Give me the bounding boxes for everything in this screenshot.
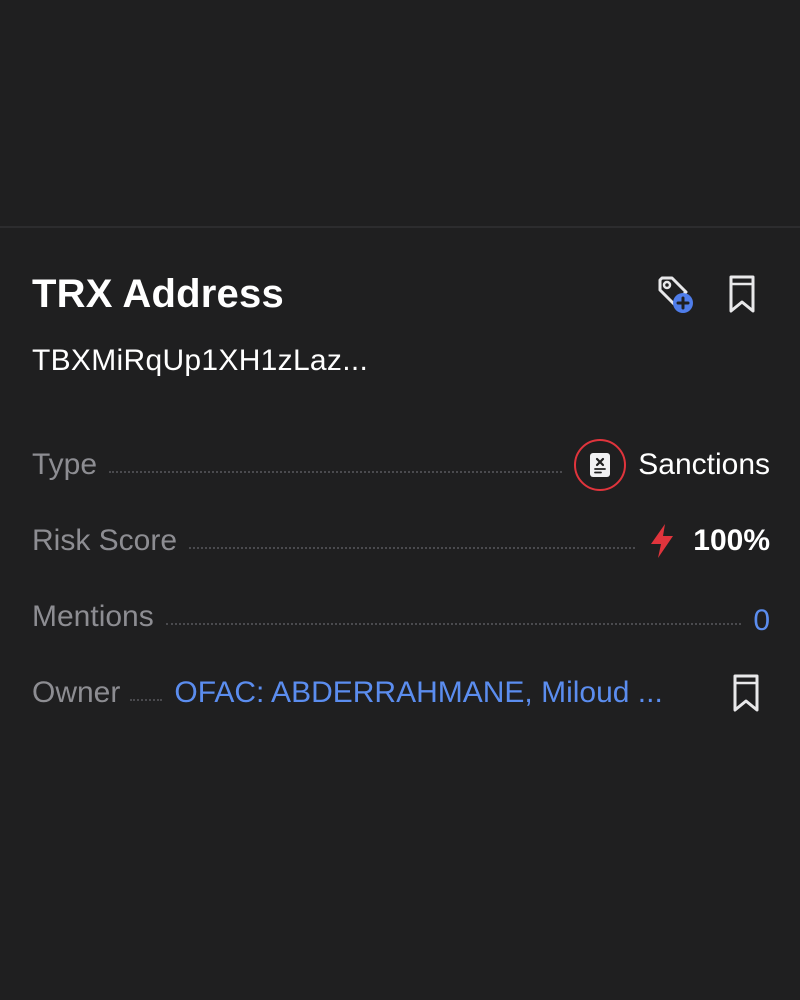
mentions-row: Mentions 0 xyxy=(32,592,770,642)
risk-score-row: Risk Score 100% xyxy=(32,516,770,566)
risk-bolt xyxy=(647,523,677,559)
sanctions-badge xyxy=(574,439,627,491)
type-label: Type xyxy=(32,448,98,481)
address-details-panel: TRX Address TBXMiRqUp1XH1zLaz... Type Sa… xyxy=(0,228,800,1000)
owner-link[interactable]: OFAC: ABDERRAHMANE, Miloud ... xyxy=(174,676,662,710)
dotted-leader xyxy=(189,547,636,549)
mentions-count-link[interactable]: 0 xyxy=(753,604,770,638)
mentions-label: Mentions xyxy=(32,600,154,633)
address-value[interactable]: TBXMiRqUp1XH1zLaz... xyxy=(32,344,368,378)
page-title: TRX Address xyxy=(32,272,284,316)
bookmark-icon xyxy=(733,674,759,712)
top-empty-area xyxy=(0,0,800,226)
type-value: Sanctions xyxy=(638,448,770,481)
dotted-leader xyxy=(109,471,563,473)
type-value-group: Sanctions xyxy=(574,439,770,491)
tag-add-icon xyxy=(658,276,693,313)
risk-score-label: Risk Score xyxy=(32,524,178,557)
type-row: Type Sanctions xyxy=(32,439,770,491)
dotted-leader xyxy=(130,699,163,701)
owner-row: Owner OFAC: ABDERRAHMANE, Miloud ... xyxy=(32,668,770,718)
owner-bookmark-button[interactable] xyxy=(722,669,770,717)
bookmark-button[interactable] xyxy=(718,270,766,318)
add-tag-button[interactable] xyxy=(652,270,700,318)
lightning-bolt-icon xyxy=(651,524,674,558)
risk-score-value: 100% xyxy=(693,524,770,557)
risk-score-value-group: 100% xyxy=(647,523,770,559)
sanctions-document-icon xyxy=(590,453,611,477)
owner-label: Owner xyxy=(32,676,121,709)
bookmark-icon xyxy=(729,275,755,313)
dotted-leader xyxy=(165,623,742,625)
